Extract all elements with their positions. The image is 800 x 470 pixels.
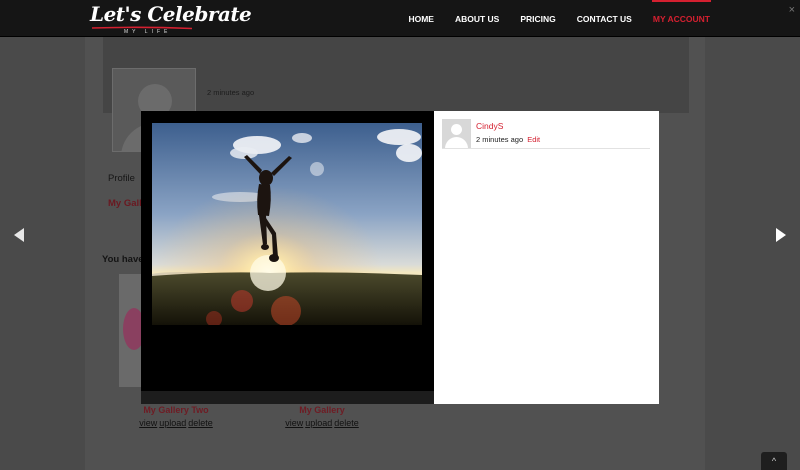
nav-my-account[interactable]: MY ACCOUNT [651,0,712,24]
comment-divider [442,148,650,149]
main-nav: HOME ABOUT US PRICING CONTACT US MY ACCO… [387,0,712,37]
gallery-thumbnail[interactable] [119,274,141,387]
gallery-links: view upload delete [116,418,236,428]
arrow-right-icon[interactable] [776,228,786,242]
tab-my-gallery[interactable]: My Gall [108,198,142,209]
gallery-item: My Gallery Two view upload delete [116,405,236,428]
upload-link[interactable]: upload [305,418,332,428]
arrow-left-icon[interactable] [14,228,24,242]
comment-panel: CindyS 2 minutes ago Edit [434,111,659,404]
view-link[interactable]: view [139,418,157,428]
lightbox: CindyS 2 minutes ago Edit [141,111,659,404]
view-link[interactable]: view [285,418,303,428]
edit-link[interactable]: Edit [527,135,540,144]
nav-contact-us[interactable]: CONTACT US [577,14,632,24]
lightbox-image-pane [141,111,434,404]
comment-meta: 2 minutes ago Edit [476,135,540,144]
delete-link[interactable]: delete [334,418,359,428]
gallery-title[interactable]: My Gallery Two [116,405,236,415]
nav-home[interactable]: HOME [408,14,434,24]
site-logo[interactable]: Let's Celebrate MY LIFE [90,2,252,36]
scroll-top-button[interactable]: ^ [761,452,787,470]
close-icon[interactable]: × [789,5,795,16]
nav-about-us[interactable]: ABOUT US [455,14,499,24]
delete-link[interactable]: delete [188,418,213,428]
tab-profile[interactable]: Profile [108,173,135,184]
commenter-avatar [442,119,471,148]
gallery-links: view upload delete [262,418,382,428]
lightbox-strip [141,391,434,404]
site-header: Let's Celebrate MY LIFE HOME ABOUT US PR… [0,0,800,37]
logo-subtext: MY LIFE [124,29,172,35]
logo-text: Let's Celebrate [90,2,252,26]
upload-link[interactable]: upload [159,418,186,428]
comment-time: 2 minutes ago [476,135,524,144]
gallery-item: My Gallery view upload delete [262,405,382,428]
profile-time: 2 minutes ago [207,88,255,97]
commenter-name[interactable]: CindyS [476,121,503,131]
nav-pricing[interactable]: PRICING [520,14,555,24]
gallery-title[interactable]: My Gallery [262,405,382,415]
lightbox-photo[interactable] [152,123,422,325]
you-have-heading: You have [102,254,144,265]
